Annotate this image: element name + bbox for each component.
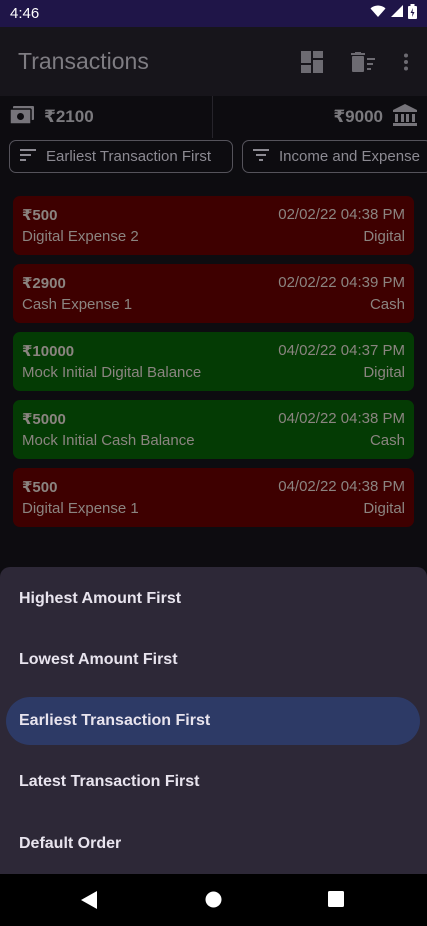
- balance-row: ₹2100 ₹9000: [0, 96, 427, 138]
- transaction-card[interactable]: ₹500 04/02/22 04:38 PM Digital Expense 1…: [13, 468, 414, 527]
- dashboard-icon[interactable]: [301, 50, 323, 73]
- transaction-datetime: 02/02/22 04:38 PM: [278, 206, 405, 223]
- recents-icon[interactable]: [328, 891, 344, 912]
- transaction-description: Digital Expense 2: [22, 228, 139, 245]
- transaction-amount: ₹2900: [22, 275, 66, 292]
- transaction-mode: Digital: [363, 500, 405, 517]
- transaction-card[interactable]: ₹10000 04/02/22 04:37 PM Mock Initial Di…: [13, 332, 414, 391]
- cash-icon: [9, 105, 34, 129]
- sort-option-latest-transaction[interactable]: Latest Transaction First: [0, 758, 427, 806]
- cash-balance: ₹2100: [0, 96, 213, 138]
- battery-icon: [408, 3, 417, 24]
- sort-option-lowest-amount[interactable]: Lowest Amount First: [0, 636, 427, 684]
- transaction-amount: ₹10000: [22, 343, 75, 360]
- transaction-datetime: 04/02/22 04:38 PM: [278, 478, 405, 495]
- delete-sweep-icon[interactable]: [351, 51, 375, 72]
- digital-balance-value: ₹9000: [333, 107, 383, 126]
- app-bar: Transactions: [0, 27, 427, 96]
- transaction-datetime: 04/02/22 04:37 PM: [278, 342, 405, 359]
- transaction-mode: Cash: [369, 432, 405, 449]
- transaction-datetime: 04/02/22 04:38 PM: [278, 410, 405, 427]
- transaction-amount: ₹500: [22, 207, 58, 224]
- wifi-icon: [370, 5, 386, 23]
- type-filter-label: Income and Expense: [279, 148, 420, 165]
- home-icon[interactable]: [205, 891, 222, 913]
- status-time: 4:46: [10, 5, 40, 22]
- transaction-description: Cash Expense 1: [22, 296, 133, 313]
- transaction-mode: Digital: [363, 228, 405, 245]
- status-bar: 4:46: [0, 0, 427, 27]
- sort-chip[interactable]: Earliest Transaction First: [9, 140, 233, 173]
- status-icons: [370, 3, 417, 24]
- transaction-amount: ₹500: [22, 479, 58, 496]
- system-nav-bar: [0, 874, 427, 926]
- app-actions: [301, 50, 409, 73]
- transaction-description: Mock Initial Cash Balance: [22, 432, 195, 449]
- page-title: Transactions: [18, 48, 149, 74]
- type-filter-chip[interactable]: Income and Expense: [242, 140, 427, 173]
- back-icon[interactable]: [81, 891, 97, 914]
- filter-icon: [253, 148, 269, 165]
- sort-options-sheet: Highest Amount First Lowest Amount First…: [0, 567, 427, 874]
- bank-icon: [393, 103, 417, 131]
- sort-option-earliest-transaction[interactable]: Earliest Transaction First: [6, 697, 420, 745]
- transaction-datetime: 02/02/22 04:39 PM: [278, 274, 405, 291]
- cash-balance-value: ₹2100: [44, 107, 94, 126]
- sort-option-highest-amount[interactable]: Highest Amount First: [0, 575, 427, 623]
- filter-row: Earliest Transaction First Income and Ex…: [9, 140, 427, 173]
- transaction-amount: ₹5000: [22, 411, 66, 428]
- transaction-description: Mock Initial Digital Balance: [22, 364, 202, 381]
- transaction-card[interactable]: ₹2900 02/02/22 04:39 PM Cash Expense 1 C…: [13, 264, 414, 323]
- sort-chip-label: Earliest Transaction First: [46, 148, 212, 165]
- transaction-mode: Digital: [363, 364, 405, 381]
- transaction-card[interactable]: ₹500 02/02/22 04:38 PM Digital Expense 2…: [13, 196, 414, 255]
- digital-balance: ₹9000: [213, 96, 427, 138]
- transaction-description: Digital Expense 1: [22, 500, 139, 517]
- transaction-list: ₹500 02/02/22 04:38 PM Digital Expense 2…: [13, 196, 414, 536]
- sort-option-default-order[interactable]: Default Order: [0, 820, 427, 868]
- sort-icon: [20, 148, 36, 165]
- transaction-mode: Cash: [369, 296, 405, 313]
- transaction-card[interactable]: ₹5000 04/02/22 04:38 PM Mock Initial Cas…: [13, 400, 414, 459]
- signal-icon: [390, 4, 404, 23]
- more-vert-icon[interactable]: [403, 53, 409, 71]
